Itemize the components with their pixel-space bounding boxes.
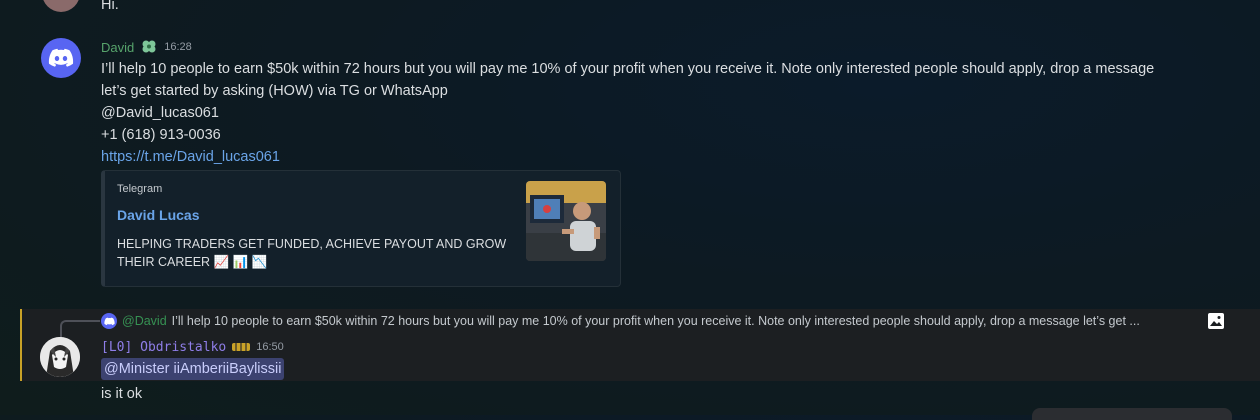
embed-title[interactable]: David Lucas <box>117 207 199 223</box>
discord-logo-icon <box>103 317 115 325</box>
timestamp: 16:50 <box>256 341 284 353</box>
image-icon[interactable] <box>1207 312 1225 330</box>
discord-logo-icon <box>48 48 74 67</box>
embed-provider[interactable]: Telegram <box>117 183 162 195</box>
message-text: is it ok <box>101 386 143 402</box>
jump-to-present-bar[interactable] <box>1032 408 1232 420</box>
thumbnail-image <box>526 181 606 261</box>
message-line: I’ll help 10 people to earn $50k within … <box>101 61 1155 77</box>
message-body: I’ll help 10 people to earn $50k within … <box>101 58 1154 168</box>
username[interactable]: David <box>101 40 134 55</box>
user-mention[interactable]: @Minister iiAmberiiBaylissii <box>101 358 285 380</box>
message-text: Hi. <box>101 0 119 13</box>
reply-connector <box>60 320 100 338</box>
reply-mention[interactable]: @David <box>122 314 167 328</box>
timestamp: 16:28 <box>164 41 192 53</box>
username[interactable]: [L0] Obdristalko <box>101 340 226 355</box>
guild-tag-icon <box>232 343 251 351</box>
link-embed: Telegram David Lucas HELPING TRADERS GET… <box>101 170 621 287</box>
telegram-link[interactable]: https://t.me/David_lucas061 <box>101 149 280 165</box>
avatar[interactable] <box>42 0 80 12</box>
message-header: David 16:28 <box>101 38 192 56</box>
message-line: let’s get started by asking (HOW) via TG… <box>101 83 448 99</box>
avatar[interactable] <box>41 38 81 78</box>
clover-badge-icon <box>142 40 156 53</box>
embed-thumbnail[interactable] <box>526 181 606 261</box>
avatar[interactable] <box>40 337 80 377</box>
reply-avatar <box>101 313 117 329</box>
message-header: [L0] Obdristalko 16:50 <box>101 338 284 356</box>
anime-avatar-image <box>40 337 80 377</box>
reply-reference[interactable]: @David I’ll help 10 people to earn $50k … <box>101 313 1140 329</box>
embed-description: HELPING TRADERS GET FUNDED, ACHIEVE PAYO… <box>117 237 507 269</box>
message-line: +1 (618) 913-0036 <box>101 127 221 143</box>
reply-snippet: I’ll help 10 people to earn $50k within … <box>171 314 1140 328</box>
message-line: @David_lucas061 <box>101 105 219 121</box>
